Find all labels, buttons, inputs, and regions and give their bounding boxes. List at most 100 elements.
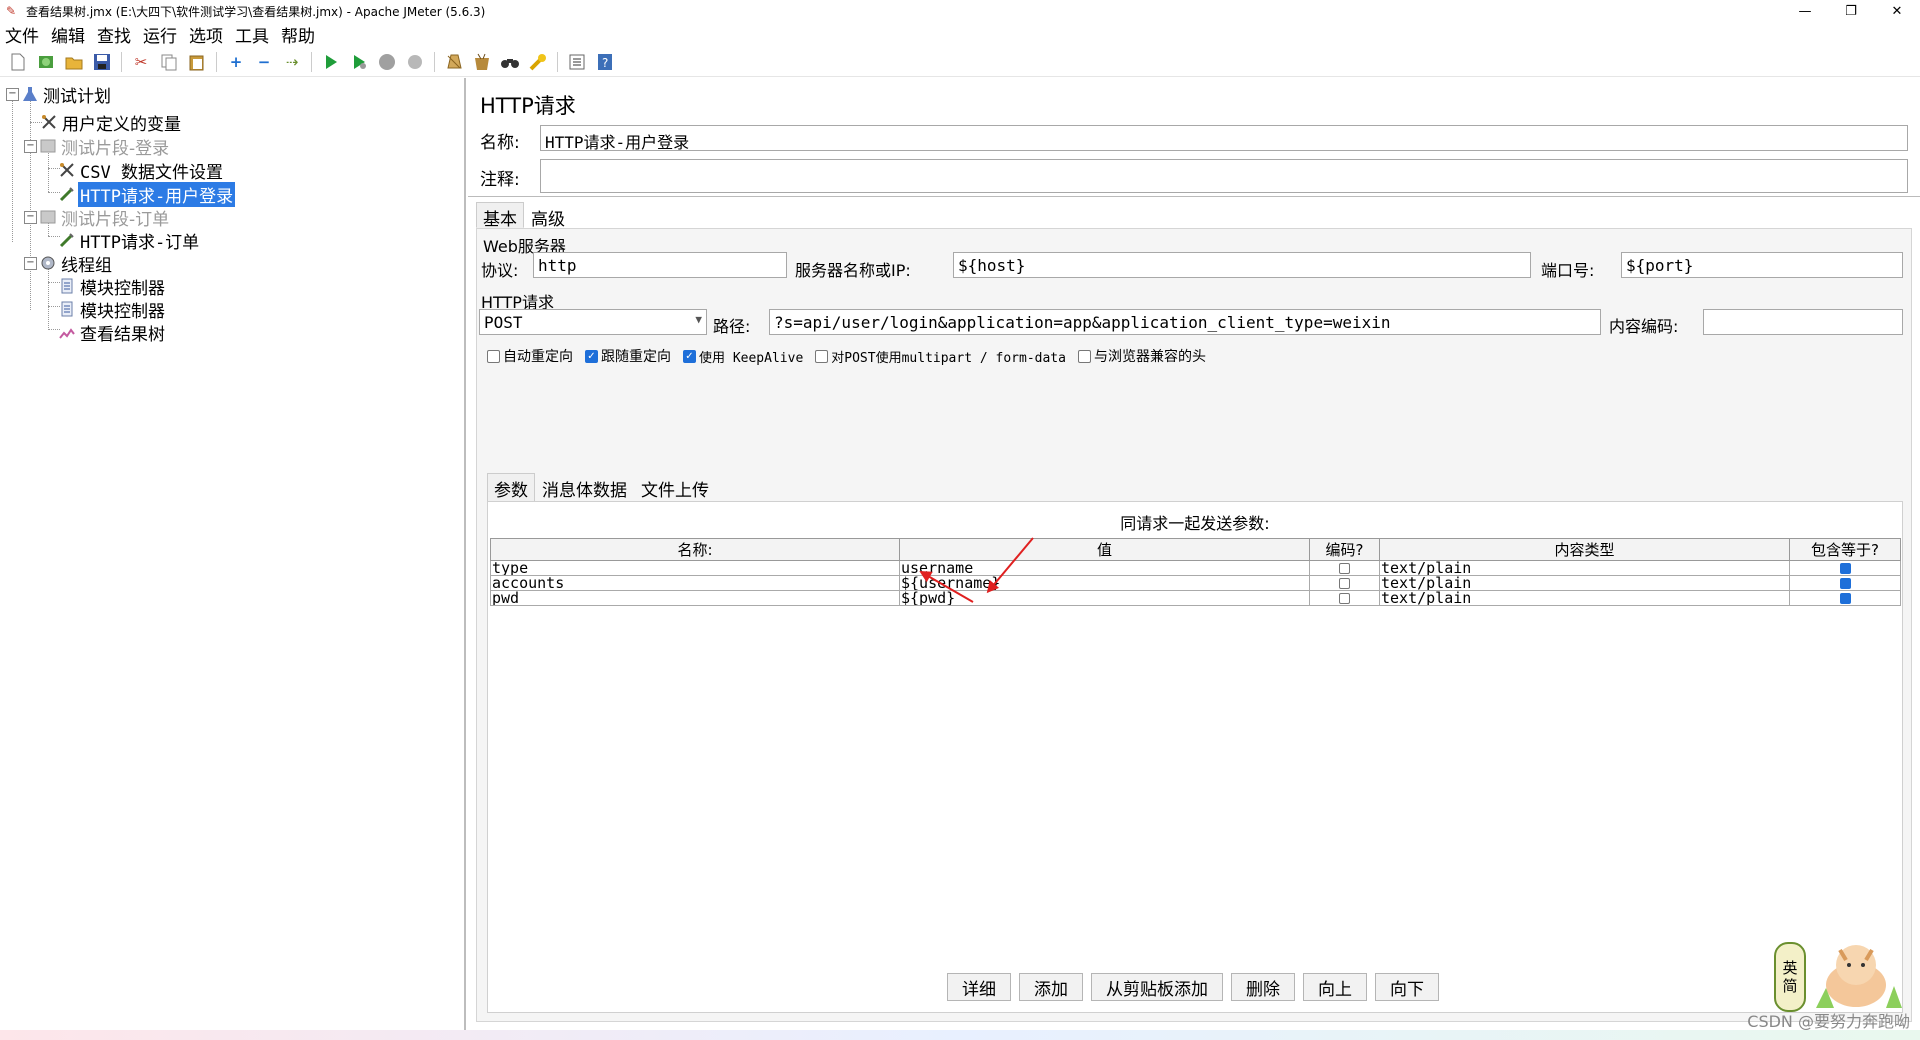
table-row[interactable]: type username text/plain (490, 560, 1901, 576)
server-input[interactable]: ${host} (953, 252, 1531, 278)
table-row[interactable]: pwd ${pwd} text/plain (490, 590, 1901, 606)
toggle-icon[interactable]: ⇢ (281, 51, 303, 73)
browser-headers-checkbox[interactable] (1077, 349, 1091, 363)
tree-node-csv-config[interactable]: CSV 数据文件设置 (58, 157, 225, 183)
param-value-cell[interactable]: ${username} (899, 575, 1310, 591)
test-plan-tree[interactable]: − 测试计划 用户定义的变量 − 测试片段-登录 CSV 数据文件设置 HTTP… (0, 78, 466, 1031)
auto-redirect-option[interactable]: 自动重定向 (487, 346, 573, 366)
tab-basic[interactable]: 基本 (476, 202, 524, 230)
tab-parameters[interactable]: 参数 (487, 473, 535, 504)
param-encode-cell[interactable] (1309, 560, 1380, 576)
param-include-equals-cell[interactable] (1789, 560, 1901, 576)
tree-node-fragment-login[interactable]: − 测试片段-登录 (24, 133, 171, 159)
auto-redirect-checkbox[interactable] (487, 349, 500, 363)
help-icon[interactable]: ? (594, 51, 616, 73)
multipart-checkbox[interactable] (815, 349, 829, 363)
copy-icon[interactable] (158, 51, 180, 73)
delete-button[interactable]: 删除 (1231, 973, 1295, 1001)
new-icon[interactable] (7, 51, 29, 73)
tab-advanced[interactable]: 高级 (524, 202, 572, 230)
function-helper-icon[interactable] (566, 51, 588, 73)
param-value-cell[interactable]: username (899, 560, 1310, 576)
follow-redirect-option[interactable]: ✓ 跟随重定向 (585, 346, 671, 366)
tree-node-test-plan[interactable]: − 测试计划 (6, 81, 113, 107)
tree-toggle[interactable]: − (24, 210, 37, 224)
column-header-name[interactable]: 名称: (490, 538, 900, 561)
tree-toggle[interactable]: − (6, 87, 19, 101)
tab-body-data[interactable]: 消息体数据 (535, 473, 634, 504)
clear-icon[interactable] (443, 51, 465, 73)
keepalive-checkbox[interactable]: ✓ (683, 349, 696, 363)
tab-files-upload[interactable]: 文件上传 (634, 473, 716, 504)
menu-edit[interactable]: 编辑 (50, 22, 86, 47)
param-name-cell[interactable]: type (490, 560, 900, 576)
param-content-type-cell[interactable]: text/plain (1379, 590, 1790, 606)
move-down-button[interactable]: 向下 (1375, 973, 1439, 1001)
ime-indicator[interactable]: 英 简 (1774, 942, 1806, 1012)
port-input[interactable]: ${port} (1621, 252, 1903, 278)
include-equals-checkbox[interactable] (1839, 578, 1851, 589)
menu-search[interactable]: 查找 (96, 22, 132, 47)
expand-icon[interactable]: + (225, 51, 247, 73)
minimize-button[interactable]: — (1782, 0, 1828, 22)
reset-search-icon[interactable] (527, 51, 549, 73)
parameter-tabs: 参数 消息体数据 文件上传 (487, 473, 716, 504)
method-select[interactable]: POST ▼ (479, 309, 707, 335)
maximize-button[interactable]: ❐ (1828, 0, 1874, 22)
encoding-input[interactable] (1703, 309, 1903, 335)
tree-toggle[interactable]: − (24, 256, 37, 270)
table-row[interactable]: accounts ${username} text/plain (490, 575, 1901, 591)
param-name-cell[interactable]: accounts (490, 575, 900, 591)
column-header-content-type[interactable]: 内容类型 (1379, 538, 1790, 561)
param-include-equals-cell[interactable] (1789, 575, 1901, 591)
browser-headers-option[interactable]: 与浏览器兼容的头 (1077, 346, 1206, 366)
param-value-cell[interactable]: ${pwd} (899, 590, 1310, 606)
menu-options[interactable]: 选项 (188, 22, 224, 47)
paste-icon[interactable] (186, 51, 208, 73)
encode-checkbox[interactable] (1339, 563, 1350, 574)
param-name-cell[interactable]: pwd (490, 590, 900, 606)
clear-all-icon[interactable] (471, 51, 493, 73)
param-content-type-cell[interactable]: text/plain (1379, 575, 1790, 591)
start-no-pause-icon[interactable] (348, 51, 370, 73)
open-icon[interactable] (63, 51, 85, 73)
protocol-input[interactable]: http (533, 252, 787, 278)
close-button[interactable]: ✕ (1874, 0, 1920, 22)
cut-icon[interactable]: ✂ (130, 51, 152, 73)
collapse-icon[interactable]: − (253, 51, 275, 73)
tree-toggle[interactable]: − (24, 139, 37, 153)
column-header-value[interactable]: 值 (899, 538, 1310, 561)
param-encode-cell[interactable] (1309, 590, 1380, 606)
shutdown-icon[interactable] (404, 51, 426, 73)
menu-run[interactable]: 运行 (142, 22, 178, 47)
keepalive-option[interactable]: ✓ 使用 KeepAlive (683, 347, 803, 366)
detail-button[interactable]: 详细 (947, 973, 1011, 1001)
menu-file[interactable]: 文件 (4, 22, 40, 47)
include-equals-checkbox[interactable] (1839, 593, 1851, 604)
add-from-clipboard-button[interactable]: 从剪贴板添加 (1091, 973, 1223, 1001)
stop-icon[interactable] (376, 51, 398, 73)
tree-node-user-variables[interactable]: 用户定义的变量 (40, 109, 183, 135)
move-up-button[interactable]: 向上 (1303, 973, 1367, 1001)
search-icon[interactable] (499, 51, 521, 73)
param-content-type-cell[interactable]: text/plain (1379, 560, 1790, 576)
param-encode-cell[interactable] (1309, 575, 1380, 591)
multipart-option[interactable]: 对POST使用multipart / form-data (815, 347, 1066, 366)
encode-checkbox[interactable] (1339, 578, 1350, 589)
add-button[interactable]: 添加 (1019, 973, 1083, 1001)
follow-redirect-checkbox[interactable]: ✓ (585, 349, 598, 363)
menu-tools[interactable]: 工具 (234, 22, 270, 47)
start-icon[interactable] (320, 51, 342, 73)
menu-help[interactable]: 帮助 (280, 22, 316, 47)
name-input[interactable]: HTTP请求-用户登录 (540, 125, 1908, 151)
param-include-equals-cell[interactable] (1789, 590, 1901, 606)
encode-checkbox[interactable] (1339, 593, 1350, 604)
comment-input[interactable] (540, 159, 1908, 193)
column-header-include-equals[interactable]: 包含等于? (1789, 538, 1901, 561)
column-header-encode[interactable]: 编码? (1309, 538, 1380, 561)
templates-icon[interactable] (35, 51, 57, 73)
save-icon[interactable] (91, 51, 113, 73)
path-input[interactable]: ?s=api/user/login&application=app&applic… (769, 309, 1601, 335)
tree-node-view-results-tree[interactable]: 查看结果树 (58, 319, 167, 345)
include-equals-checkbox[interactable] (1839, 563, 1851, 574)
